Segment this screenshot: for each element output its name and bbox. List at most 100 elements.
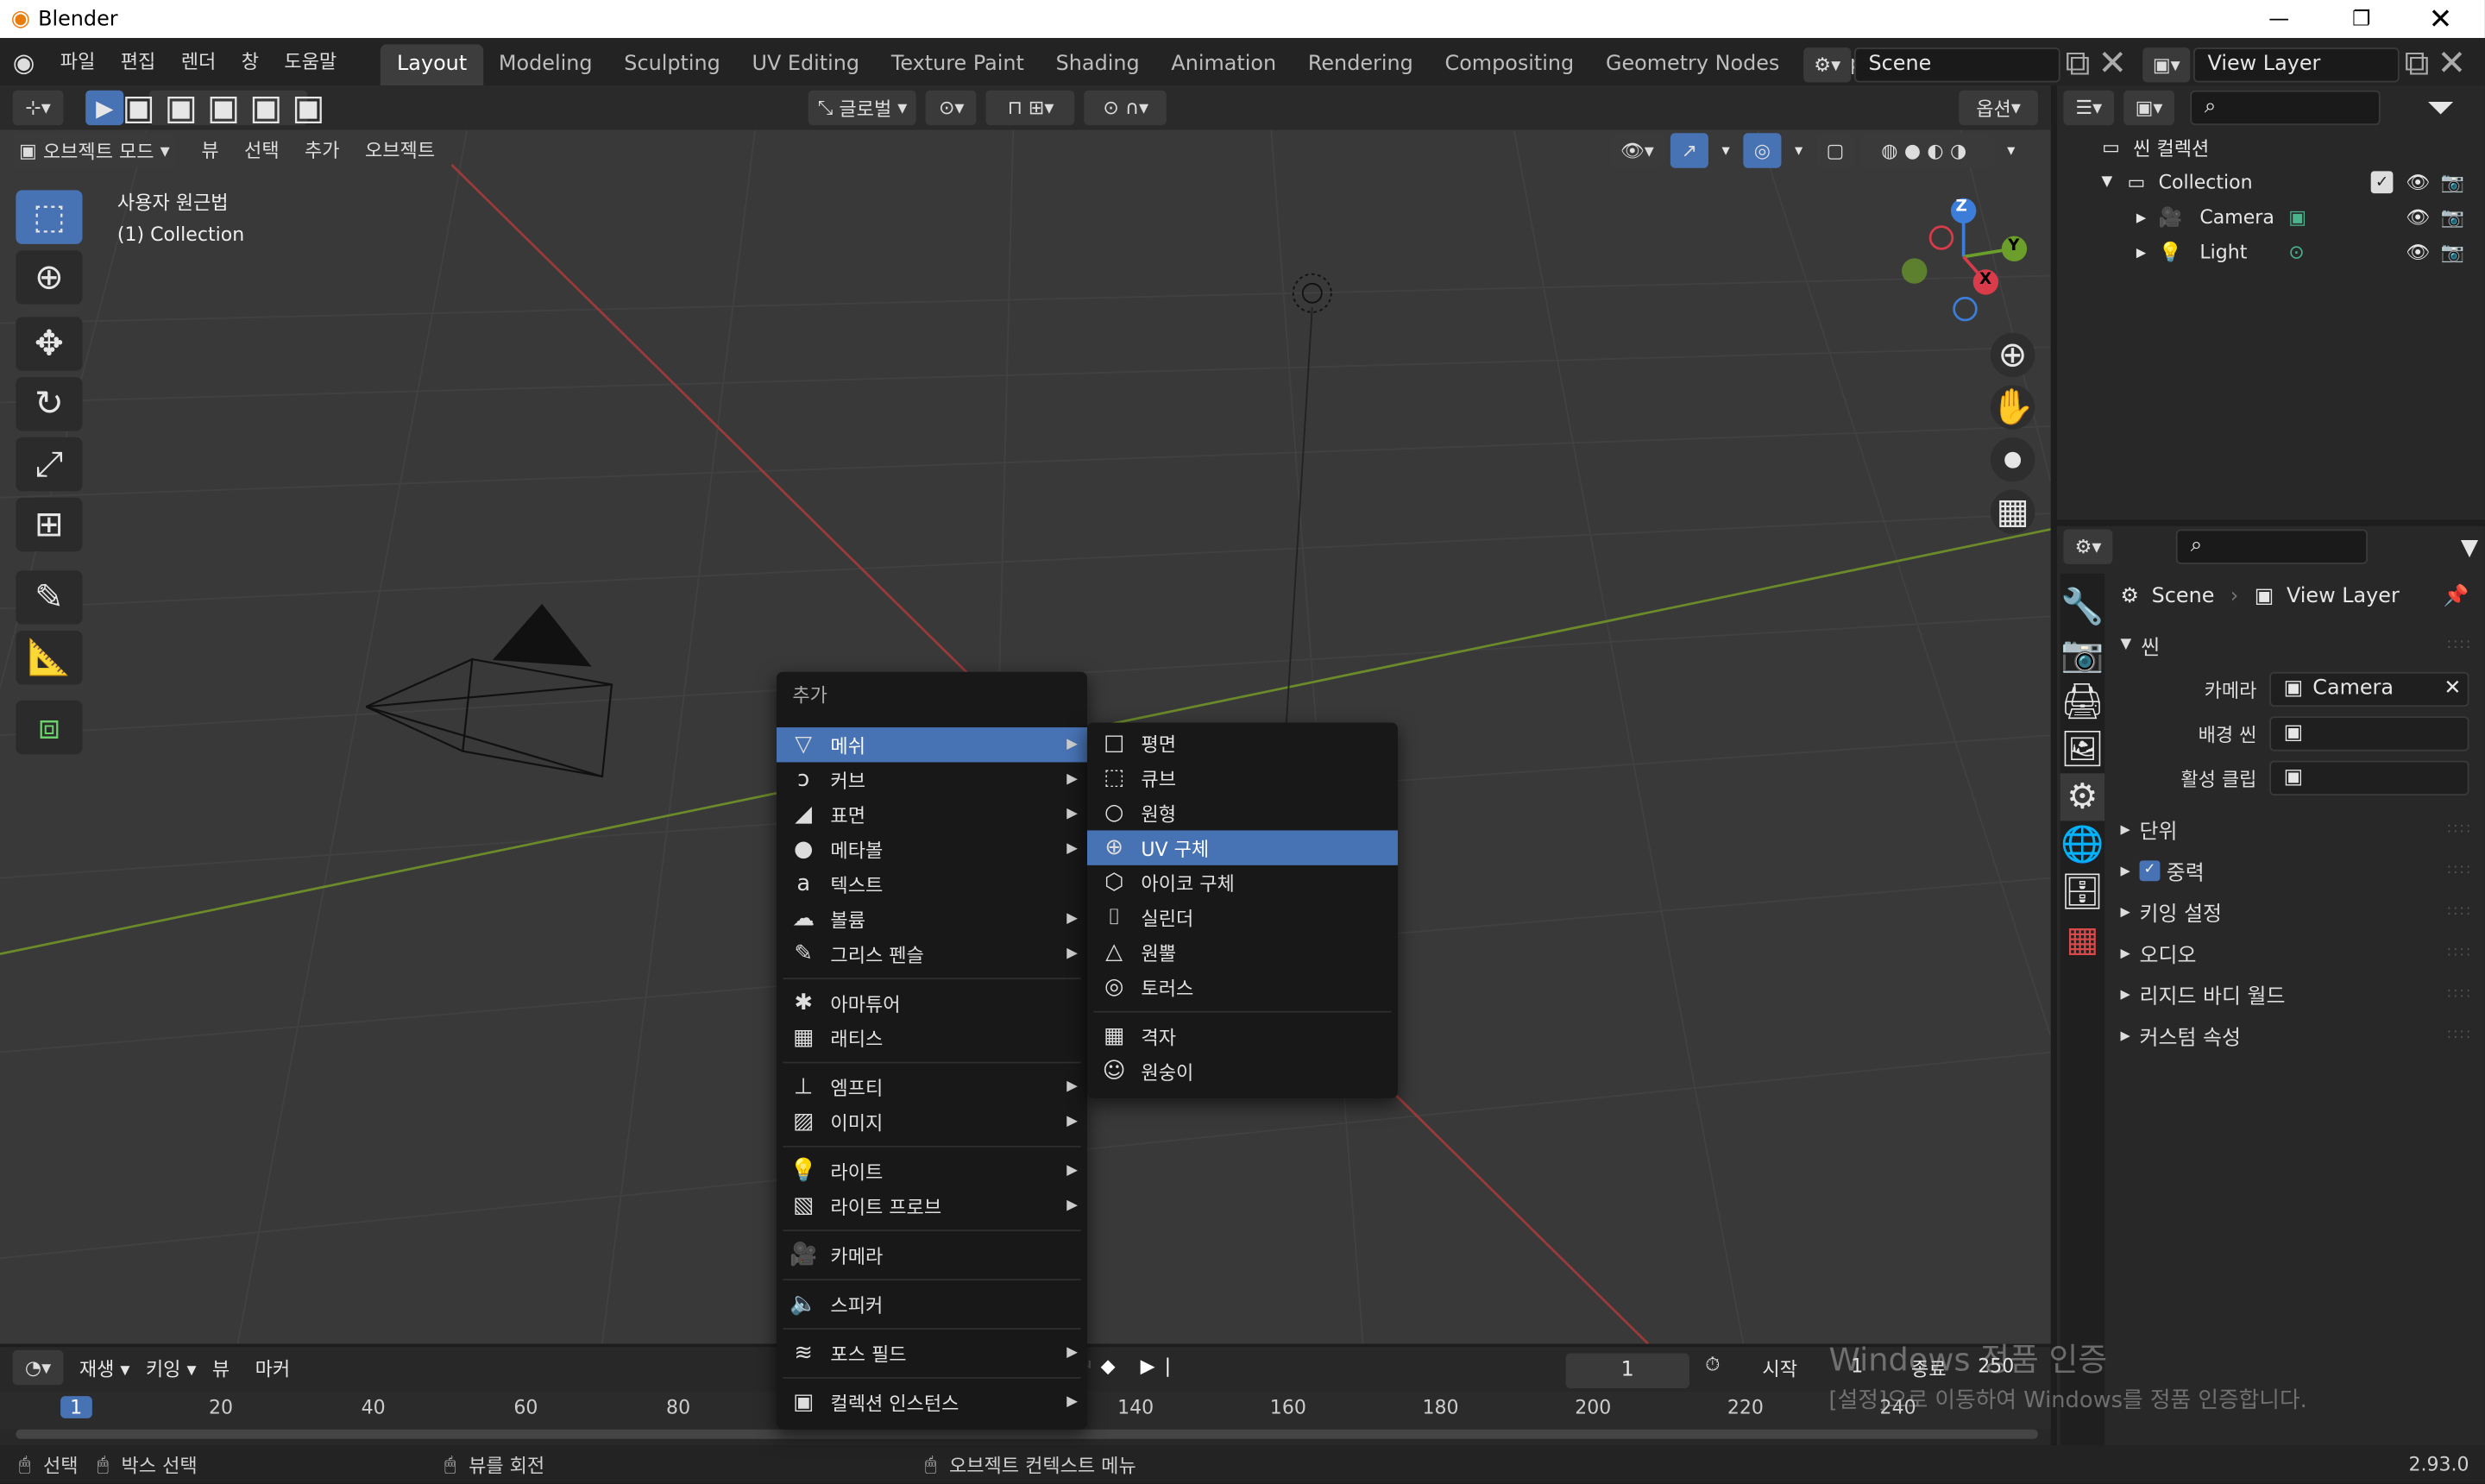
eye-icon[interactable]: 👁 — [2406, 206, 2430, 229]
view-layer-selector[interactable]: ▣▾ View Layer ⧉ ✕ — [2142, 44, 2469, 84]
viewport-menu-0[interactable]: 뷰 — [189, 127, 232, 174]
output-props-icon[interactable]: 🖨 — [2060, 678, 2104, 726]
props-editor-icon[interactable]: ⚙▾ — [2063, 529, 2113, 564]
scene-collection-row[interactable]: ▭ 씬 컬렉션 — [2057, 130, 2485, 165]
mesh-menu-item[interactable]: ⬡ 아이코 구체 — [1087, 865, 1398, 900]
transform-orientation[interactable]: 글로벌 — [839, 94, 891, 121]
measure-tool[interactable]: 📐 — [16, 631, 83, 685]
section-expand-icon[interactable]: ▼ — [2121, 637, 2132, 652]
overlay-toggle-icon[interactable]: ◎ — [1743, 133, 1782, 168]
proportional-edit-icon[interactable]: ⊙ ∩▾ — [1085, 90, 1167, 126]
cursor-tool[interactable]: ⊕ — [16, 250, 83, 305]
menu-2[interactable]: 렌더 — [168, 38, 229, 85]
add-menu-item[interactable]: ● 메타볼 ▶ — [777, 832, 1087, 866]
camera-view-icon[interactable]: ⏺ — [1990, 437, 2035, 482]
props-search[interactable]: ⌕ — [2176, 529, 2369, 564]
eye-icon[interactable]: 👁 — [2406, 241, 2430, 263]
viewport-menu-1[interactable]: 선택 — [231, 127, 292, 174]
pan-hand-icon[interactable]: ✋ — [1990, 385, 2035, 430]
outliner-item[interactable]: ▶ 💡 Light ⊙ 👁 📷 — [2057, 235, 2485, 269]
snap-icon[interactable]: ⊓ ⊞▾ — [986, 90, 1075, 126]
scene-selector[interactable]: ⚙▾ Scene ⧉ ✕ — [1803, 44, 2130, 84]
add-menu-item[interactable]: ✎ 그리스 펜슬 ▶ — [777, 936, 1087, 971]
drag-grip-icon[interactable]: :::: — [2447, 903, 2473, 919]
pin-icon[interactable]: 📌 — [2444, 584, 2469, 608]
mesh-menu-item[interactable]: ☺ 원숭이 — [1087, 1053, 1398, 1088]
xray-icon[interactable]: ▢ — [1815, 133, 1854, 168]
render-icon[interactable]: 📷 — [2441, 241, 2464, 263]
menu-0[interactable]: 파일 — [47, 38, 108, 85]
add-menu-item[interactable]: 🔈 스피커 — [777, 1286, 1087, 1321]
collection-props-icon[interactable]: 🗄 — [2060, 869, 2104, 916]
visibility-icon[interactable]: 👁▾ — [1610, 133, 1664, 168]
display-mode-icon[interactable]: ▣▾ — [2123, 90, 2174, 126]
rotate-tool[interactable]: ↻ — [16, 377, 83, 431]
prop-field[interactable]: ▣ — [2269, 716, 2469, 751]
mesh-menu-item[interactable]: ◎ 토러스 — [1087, 970, 1398, 1004]
panel-expand-icon[interactable]: ▶ — [2121, 1028, 2140, 1042]
mesh-menu-item[interactable]: □ 평면 — [1087, 726, 1398, 760]
collection-row[interactable]: ▼ ▭ Collection ✓ 👁 📷 — [2057, 165, 2485, 199]
menu-3[interactable]: 창 — [229, 38, 272, 85]
prop-panel-header[interactable]: ▶ 키잉 설정:::: — [2111, 890, 2482, 932]
scene-name-field[interactable]: Scene — [1853, 47, 2060, 82]
playback-menu[interactable]: 재생 ▾ — [79, 1354, 130, 1380]
close-icon[interactable]: ✕ — [2421, 0, 2459, 38]
tab-workspace-4[interactable]: Texture Paint — [875, 44, 1040, 85]
scale-tool[interactable]: ⤢ — [16, 437, 83, 492]
view-layer-icon[interactable]: ▣▾ — [2142, 47, 2191, 82]
timeline-marker-menu[interactable]: 마커 — [255, 1354, 291, 1380]
move-tool[interactable]: ✥ — [16, 317, 83, 371]
render-props-icon[interactable]: 📷 — [2060, 631, 2104, 678]
collection-eye-icon[interactable]: 👁 — [2406, 171, 2430, 193]
expand-icon[interactable]: ▶ — [2136, 210, 2159, 224]
mode-dropdown[interactable]: ▣ 오브젝트 모드 ▾ — [12, 133, 176, 168]
options-label[interactable]: 옵션 — [1976, 94, 2011, 121]
add-cube-tool[interactable]: ⧈ — [16, 700, 83, 755]
scene-props-icon[interactable]: ⚙ — [2060, 773, 2105, 821]
menu-4[interactable]: 도움말 — [272, 38, 349, 85]
add-menu-item[interactable]: ▨ 이미지 ▶ — [777, 1104, 1087, 1139]
prop-field[interactable]: ▣ — [2269, 760, 2469, 796]
mesh-menu-item[interactable]: ⊕ UV 구체 — [1086, 830, 1398, 865]
tab-workspace-6[interactable]: Animation — [1155, 44, 1292, 85]
tab-workspace-8[interactable]: Compositing — [1429, 44, 1589, 85]
drag-grip-icon[interactable]: :::: — [2447, 945, 2473, 960]
panel-expand-icon[interactable]: ▶ — [2121, 904, 2140, 919]
tab-workspace-7[interactable]: Rendering — [1292, 44, 1429, 85]
texture-props-icon[interactable]: ▦ — [2060, 916, 2104, 964]
viewport-menu-2[interactable]: 추가 — [292, 127, 352, 174]
add-menu-item[interactable]: a 텍스트 — [777, 867, 1087, 902]
scene-section-header[interactable]: ▼ 씬 :::: — [2111, 625, 2482, 666]
keying-menu[interactable]: 키잉 ▾ — [146, 1354, 197, 1380]
new-scene-icon[interactable]: ⧉ — [2060, 44, 2095, 84]
collection-render-icon[interactable]: 📷 — [2441, 171, 2464, 193]
collection-expand-icon[interactable]: ▼ — [2101, 174, 2120, 190]
add-menu-item[interactable]: ▣ 컬렉션 인스턴스 ▶ — [777, 1385, 1087, 1419]
transform-orientation-icon[interactable]: ⤡ 글로벌 ▾ — [808, 90, 917, 126]
mesh-menu-item[interactable]: △ 원뿔 — [1087, 935, 1398, 970]
drag-grip-icon[interactable]: :::: — [2447, 1027, 2473, 1042]
pivot-icon[interactable]: ⊙▾ — [926, 90, 978, 126]
props-options-icon[interactable]: ▾ — [2454, 527, 2485, 567]
panel-expand-icon[interactable]: ▶ — [2121, 946, 2140, 960]
mesh-menu-item[interactable]: ⌷ 실린더 — [1087, 900, 1398, 934]
outliner-item[interactable]: ▶ 🎥 Camera ▣ 👁 📷 — [2057, 199, 2485, 234]
select-box-tool[interactable]: ⬚ — [16, 190, 83, 244]
current-frame-marker[interactable]: 1 — [60, 1396, 92, 1418]
timeline-scrollbar[interactable] — [16, 1429, 2038, 1439]
playback-label[interactable]: 재생 — [79, 1357, 115, 1380]
expand-icon[interactable]: ▶ — [2136, 245, 2159, 260]
prop-field[interactable]: ▣ Camera ✕ — [2269, 671, 2469, 707]
prop-panel-header[interactable]: ▶ ✓ 중력:::: — [2111, 849, 2482, 890]
tab-workspace-0[interactable]: Layout — [381, 44, 483, 86]
outliner-editor-icon[interactable]: ☰▾ — [2063, 90, 2115, 126]
drag-grip-icon[interactable]: :::: — [2447, 862, 2473, 877]
add-menu-item[interactable]: ⊥ 엠프티 ▶ — [777, 1070, 1087, 1104]
prop-panel-header[interactable]: ▶ 단위:::: — [2111, 808, 2482, 850]
timeline-view-menu[interactable]: 뷰 — [212, 1354, 230, 1380]
add-menu-item[interactable]: ◢ 표면 ▶ — [777, 797, 1087, 832]
new-view-layer-icon[interactable]: ⧉ — [2400, 44, 2434, 84]
tab-workspace-2[interactable]: Sculpting — [608, 44, 736, 85]
selection-modes-icon[interactable]: ▣▣▣▣▣ — [122, 88, 324, 128]
